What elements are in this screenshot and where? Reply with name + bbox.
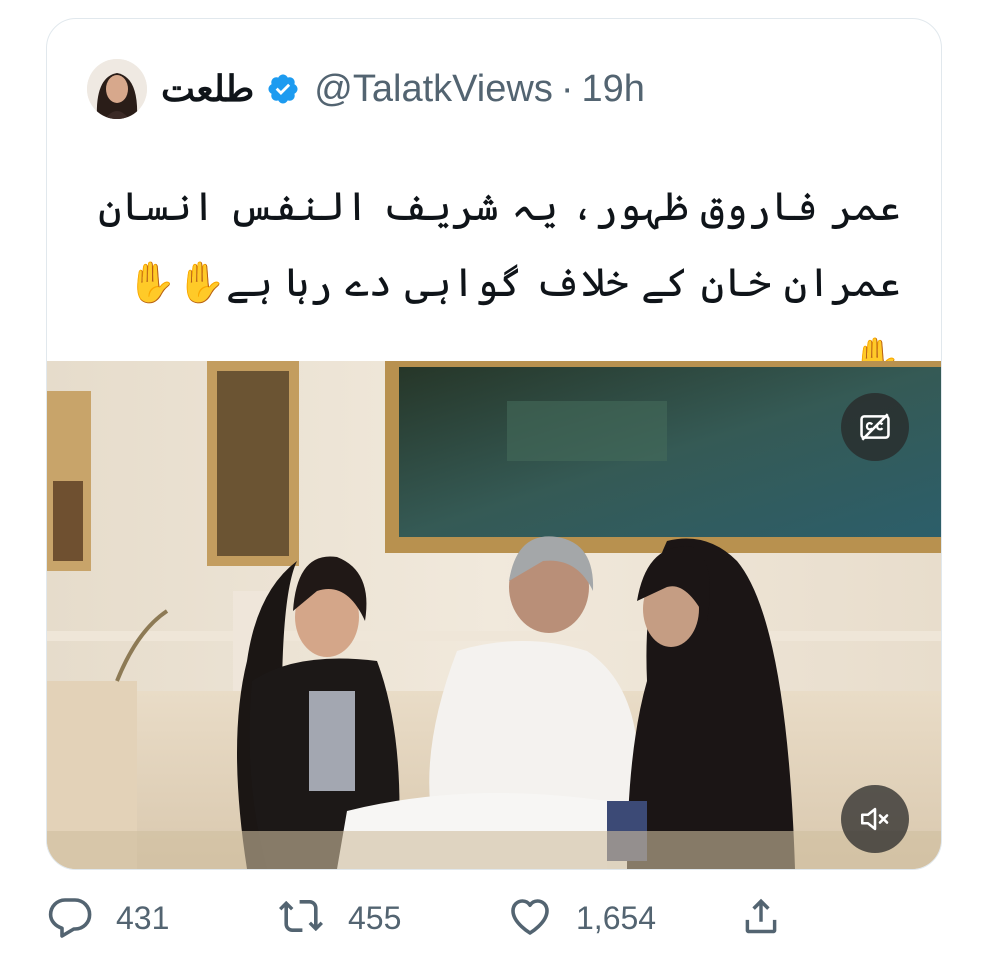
separator-dot: · [560,67,574,110]
avatar[interactable] [87,59,147,119]
verified-badge-icon [266,72,300,106]
reply-button[interactable]: 431 [46,892,276,945]
like-count: 1,654 [576,899,657,936]
retweet-button[interactable]: 455 [276,892,506,945]
timestamp[interactable]: 19h [581,68,644,111]
reply-icon[interactable] [46,892,94,945]
captions-off-icon[interactable] [841,393,909,461]
volume-muted-icon[interactable] [841,785,909,853]
video-frame [47,361,941,869]
tweet-header: طلعت @TalatkViews · 19h [87,57,645,121]
tweet-actions: 431 455 1,654 [46,888,806,948]
tweet-card[interactable]: طلعت @TalatkViews · 19h عمر فاروق ظہور، … [46,18,942,870]
display-name[interactable]: طلعت [161,68,254,110]
like-button[interactable]: 1,654 [506,892,738,945]
video-player[interactable] [47,361,941,869]
retweet-icon[interactable] [276,892,326,945]
user-handle[interactable]: @TalatkViews [314,68,553,111]
retweet-count: 455 [348,899,402,936]
like-icon[interactable] [506,892,554,945]
reply-count: 431 [116,899,170,936]
share-icon[interactable] [738,892,784,945]
share-button[interactable] [738,892,784,945]
